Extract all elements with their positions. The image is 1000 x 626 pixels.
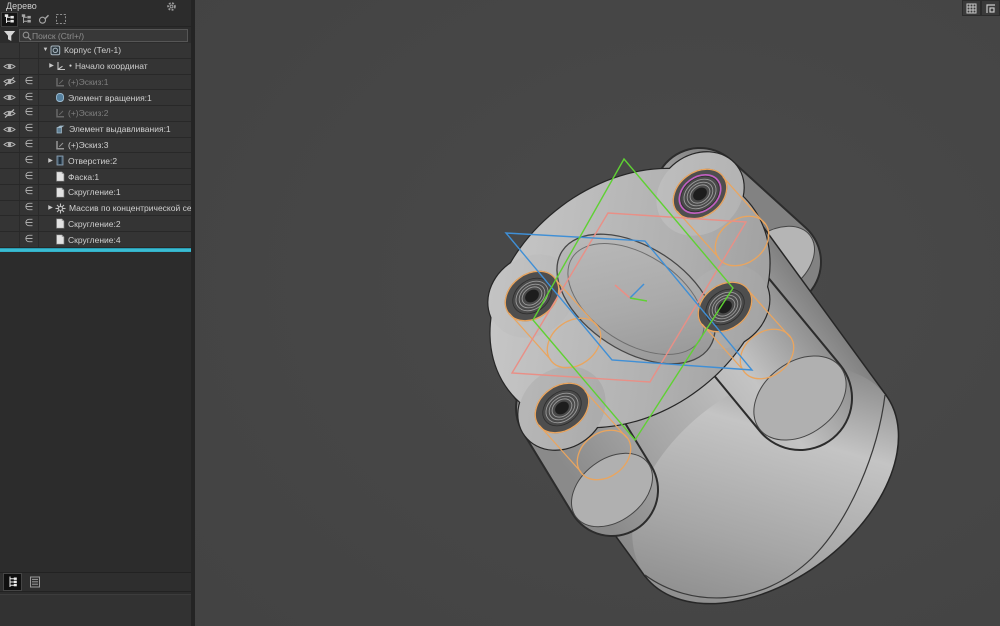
panel-header: Дерево <box>0 0 191 12</box>
page-folded-corner-icon <box>55 187 65 198</box>
included-in-body-icon: ∈ <box>20 90 39 105</box>
included-in-body-icon: ∈ <box>20 122 39 137</box>
tree-item-label: Элемент выдавливания:1 <box>69 124 171 134</box>
included-in-body-icon: ∈ <box>20 153 39 168</box>
tree-item[interactable]: ▼ Корпус (Тел-1) <box>0 43 191 59</box>
sketch-icon <box>55 140 65 150</box>
tree-item-label: Элемент вращения:1 <box>68 93 152 103</box>
tree-item[interactable]: ∈ ▶ Отверстие:2 <box>0 153 191 169</box>
eye-visible-icon <box>3 125 16 134</box>
grid-view-icon[interactable] <box>962 0 981 16</box>
included-in-body-icon: ∈ <box>20 216 39 231</box>
expand-arrow[interactable]: ▶ <box>47 205 54 211</box>
visibility-toggle[interactable] <box>0 90 20 105</box>
tree-item[interactable]: ∈ ▶ Массив по концентрической сетке:1 <box>0 201 191 217</box>
panel-bottom-tabs <box>0 572 191 592</box>
visibility-toggle[interactable] <box>0 106 20 121</box>
included-in-body-icon: ∈ <box>20 169 39 184</box>
eye-visible-icon <box>3 93 16 102</box>
tree-item-label: Отверстие:2 <box>68 156 117 166</box>
collapsed-parameters-panel <box>0 594 191 626</box>
tree-item[interactable]: ∈ (+)Эскиз:1 <box>0 75 191 91</box>
tree-item[interactable]: ∈ Скругление:4 <box>0 232 191 248</box>
extrude-feature-icon <box>55 124 66 134</box>
tree-empty-area <box>0 252 191 572</box>
tree-view-tab-icon[interactable] <box>4 574 21 590</box>
origin-point-icon: ● <box>69 64 72 69</box>
included-in-body-icon: ∈ <box>20 185 39 200</box>
tree-item-label: (+)Эскиз:2 <box>68 108 108 118</box>
body-icon <box>50 45 61 56</box>
eye-visible-icon <box>3 140 16 149</box>
included-in-body-icon: ∈ <box>20 201 39 216</box>
tree-item-label: Массив по концентрической сетке:1 <box>69 203 191 213</box>
visibility-toggle <box>0 232 20 247</box>
included-in-body-icon: ∈ <box>20 106 39 121</box>
eye-hidden-icon <box>3 77 16 86</box>
tree-item-label: Скругление:4 <box>68 235 121 245</box>
included-in-body-icon: ∈ <box>20 75 39 90</box>
included-in-body-icon <box>20 43 39 58</box>
circular-array-icon <box>55 203 66 214</box>
expand-arrow[interactable]: ▶ <box>48 63 55 69</box>
search-box <box>19 29 188 42</box>
tree-item[interactable]: ∈ Элемент вращения:1 <box>0 90 191 106</box>
tree-relations-button[interactable] <box>19 13 34 26</box>
included-in-body-icon: ∈ <box>20 138 39 153</box>
tree-item[interactable]: ∈ Скругление:2 <box>0 216 191 232</box>
included-in-body-icon: ∈ <box>20 232 39 247</box>
visibility-toggle[interactable] <box>0 138 20 153</box>
included-in-body-icon <box>20 59 39 74</box>
tree-item[interactable]: ∈ Фаска:1 <box>0 169 191 185</box>
expand-arrow[interactable]: ▼ <box>42 47 49 53</box>
filter-funnel-icon[interactable] <box>0 30 19 42</box>
tree-item[interactable]: ∈ Скругление:1 <box>0 185 191 201</box>
tree-structure-button[interactable] <box>2 13 17 26</box>
plane-corner-icon[interactable] <box>981 0 1000 16</box>
feature-tree-panel: Дерево <box>0 0 195 626</box>
visibility-toggle <box>0 216 20 231</box>
revolve-feature-icon <box>55 92 65 103</box>
eye-hidden-icon <box>3 109 16 118</box>
search-magnifier-icon <box>22 31 32 41</box>
tree-search-row <box>0 28 191 43</box>
tree-item-label: (+)Эскиз:1 <box>68 77 108 87</box>
tree-item[interactable]: ∈ (+)Эскиз:2 <box>0 106 191 122</box>
page-folded-corner-icon <box>55 234 65 245</box>
sketch-icon <box>55 77 65 87</box>
visibility-toggle[interactable] <box>0 122 20 137</box>
visibility-toggle <box>0 169 20 184</box>
parameters-list-tab-icon[interactable] <box>26 574 43 590</box>
visibility-toggle <box>0 43 20 58</box>
feature-tree: ▼ Корпус (Тел-1) ▶ ●Начало координат ∈ (+)Э… <box>0 43 191 248</box>
hole-feature-icon <box>55 155 65 166</box>
tree-item-label: (+)Эскиз:3 <box>68 140 108 150</box>
tree-composition-button[interactable] <box>36 13 51 26</box>
tree-item-label: Скругление:2 <box>68 219 121 229</box>
tree-item[interactable]: ∈ Элемент выдавливания:1 <box>0 122 191 138</box>
tree-toolbar <box>0 12 191 27</box>
page-folded-corner-icon <box>55 218 65 229</box>
visibility-toggle[interactable] <box>0 75 20 90</box>
origin-axes-icon <box>56 61 66 71</box>
eye-visible-icon <box>3 62 16 71</box>
selection-frame-button[interactable] <box>53 13 68 26</box>
sketch-icon <box>55 108 65 118</box>
tree-item-label: Фаска:1 <box>68 172 99 182</box>
tree-item-label: Скругление:1 <box>68 187 121 197</box>
expand-arrow[interactable]: ▶ <box>47 158 54 164</box>
tree-item[interactable]: ▶ ●Начало координат <box>0 59 191 75</box>
gear-icon[interactable] <box>166 1 177 12</box>
visibility-toggle <box>0 153 20 168</box>
viewport-corner-buttons <box>962 0 1000 16</box>
tree-item-label: Начало координат <box>75 61 148 71</box>
page-folded-corner-icon <box>55 171 65 182</box>
visibility-toggle[interactable] <box>0 59 20 74</box>
tree-item[interactable]: ∈ (+)Эскиз:3 <box>0 138 191 154</box>
tree-item-label: Корпус (Тел-1) <box>64 45 121 55</box>
panel-title: Дерево <box>6 0 166 12</box>
visibility-toggle <box>0 201 20 216</box>
search-input[interactable] <box>32 31 185 41</box>
visibility-toggle <box>0 185 20 200</box>
